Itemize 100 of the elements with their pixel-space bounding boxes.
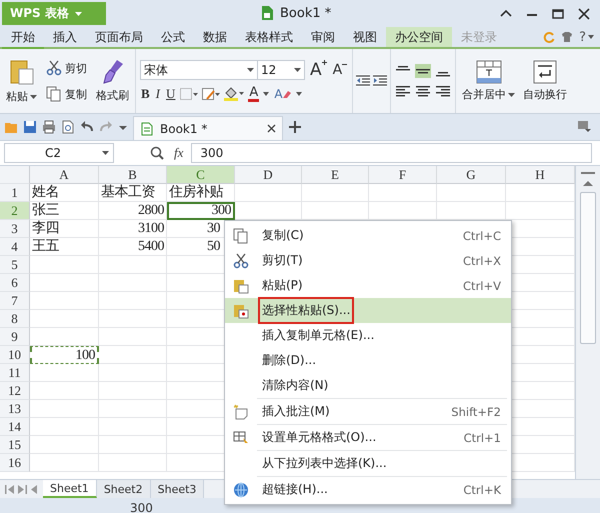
close-icon[interactable] [578,8,590,20]
caret-icon [296,92,302,96]
clear-format-button[interactable]: A [273,87,292,101]
spreadsheet-icon [140,122,154,136]
ribbon-tab[interactable]: 视图 [344,27,386,47]
scrollbar[interactable] [575,166,600,479]
table-cell: 300 [167,202,235,220]
plus-icon[interactable] [288,120,302,134]
font-color-button[interactable]: A [248,86,260,102]
row-header[interactable]: 8 [0,310,30,328]
scroll-up-icon[interactable] [583,180,593,186]
column-header[interactable]: C [167,166,235,184]
column-header[interactable]: E [302,166,369,184]
cut-button[interactable]: 剪切 [44,59,89,77]
column-header[interactable]: B [99,166,167,184]
menu-item[interactable]: 清除内容(N) [225,373,511,398]
merge-center-button[interactable]: 合并居中 [460,59,518,103]
bold-button[interactable]: B [140,86,151,102]
insert-function-button[interactable]: fx [172,145,186,161]
document-tab[interactable]: Book1 * [133,116,283,140]
decrease-indent-icon[interactable] [356,75,370,87]
copy-button[interactable]: 复制 [44,85,89,103]
shirt-icon[interactable] [561,31,574,43]
align-center-icon[interactable] [416,85,430,97]
align-right-icon[interactable] [436,85,450,97]
scissors-icon [233,252,249,268]
menu-item[interactable]: 超链接(H)... Ctrl+K [225,477,511,502]
zoom-icon[interactable] [150,146,164,160]
print-icon[interactable] [42,120,56,134]
ribbon-tab[interactable]: 数据 [194,27,236,47]
minus-icon [342,62,348,67]
close-icon[interactable] [267,124,276,133]
ribbon-tab[interactable]: 插入 [44,27,86,47]
menu-item[interactable]: 粘贴(P) Ctrl+V [225,273,511,298]
increase-indent-icon[interactable] [373,75,388,87]
plus-icon [322,60,327,65]
menu-item[interactable]: 删除(D)... [225,348,511,373]
wrap-text-button[interactable]: 自动换行 [521,59,570,103]
ribbon-tab[interactable]: 公式 [152,27,194,47]
menu-item[interactable]: 设置单元格格式(O)... Ctrl+1 [225,425,511,450]
help-button[interactable]: ? [579,30,594,44]
increase-font-button[interactable]: A [309,60,328,80]
menu-item[interactable]: 插入批注(M) Shift+F2 [225,399,511,424]
formula-field[interactable]: 300 [191,143,592,163]
row-header[interactable]: 12 [0,382,30,400]
row-header[interactable]: 9 [0,328,30,346]
row-header[interactable]: 10 [0,346,30,364]
decrease-font-button[interactable]: A [332,62,348,78]
format-painter-button[interactable]: 格式刷 [94,58,131,104]
column-header[interactable]: G [437,166,506,184]
window-menu-icon[interactable] [578,121,592,133]
note-icon [233,404,249,420]
row-header[interactable]: 5 [0,256,30,274]
row-header[interactable]: 3 [0,220,30,238]
underline-button[interactable]: U [165,86,176,102]
row-header[interactable]: 2 [0,202,30,220]
menu-item[interactable]: 从下拉列表中选择(K)... [225,451,511,476]
ribbon-tab[interactable]: 表格样式 [236,27,302,47]
table-cell [30,400,99,418]
ribbon-tab[interactable]: 办公空间 [386,27,452,47]
row-header[interactable]: 14 [0,418,30,436]
save-icon[interactable] [23,120,37,134]
ribbon-tab[interactable]: 页面布局 [86,27,152,47]
sheet-tab[interactable]: Sheet2 [96,480,151,498]
globe-icon [233,482,249,498]
ribbon-tab[interactable]: 审阅 [302,27,344,47]
italic-button[interactable]: I [154,86,162,102]
column-header[interactable]: D [235,166,302,184]
undo-icon[interactable] [80,120,94,134]
name-box[interactable]: C2 [4,143,114,163]
row-header[interactable]: 15 [0,436,30,454]
column-header[interactable]: F [369,166,437,184]
caret-icon [263,92,270,96]
sheet-tab[interactable]: Sheet1 [43,480,97,498]
row-header[interactable]: 13 [0,400,30,418]
table-cell: 3100 [99,220,167,238]
row-header[interactable]: 7 [0,292,30,310]
row-header[interactable]: 11 [0,364,30,382]
paste-button[interactable]: 粘贴 [4,57,39,105]
column-header[interactable]: H [506,166,575,184]
collapse-icon[interactable] [500,8,512,20]
cell-style-icon[interactable] [202,88,220,100]
borders-icon[interactable] [180,88,198,100]
menu-item[interactable]: 选择性粘贴(S)... [225,298,511,323]
row-header[interactable]: 4 [0,238,30,256]
font-field[interactable]: 宋体 [140,60,258,80]
sheet-tab[interactable]: Sheet3 [150,480,204,498]
maximize-icon[interactable] [552,8,564,20]
row-header[interactable]: 6 [0,274,30,292]
row-header[interactable]: 1 [0,184,30,202]
fill-color-icon[interactable] [224,87,244,101]
font-size-field[interactable]: 12 [257,60,305,80]
row-header[interactable]: 16 [0,454,30,472]
column-header[interactable]: A [30,166,99,184]
caret-icon [30,94,37,98]
scroll-thumb[interactable] [580,192,596,344]
menu-item[interactable]: 插入复制单元格(E)... [225,323,511,348]
table-cell: 住房补贴 [167,184,235,202]
print-preview-icon[interactable] [61,120,75,134]
align-left-icon[interactable] [396,85,410,97]
